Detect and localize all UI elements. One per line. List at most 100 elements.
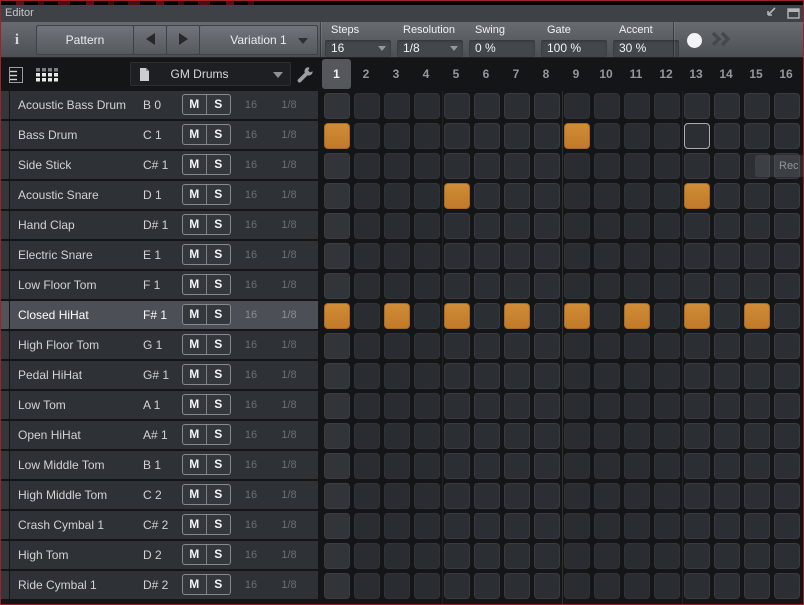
pads-icon[interactable] — [36, 68, 60, 82]
step-cell[interactable] — [564, 453, 590, 479]
step-cell[interactable] — [654, 453, 680, 479]
step-cell[interactable] — [534, 273, 560, 299]
step-cell[interactable] — [654, 123, 680, 149]
step-cell[interactable] — [534, 543, 560, 569]
step-cell[interactable] — [534, 483, 560, 509]
step-cell[interactable] — [444, 93, 470, 119]
step-cell[interactable] — [354, 183, 380, 209]
step-cell[interactable] — [594, 153, 620, 179]
step-cell[interactable] — [384, 333, 410, 359]
step-cell[interactable] — [564, 123, 590, 149]
step-cell[interactable] — [354, 333, 380, 359]
pane-icon[interactable] — [787, 7, 801, 20]
step-cell[interactable] — [414, 153, 440, 179]
step-cell[interactable] — [384, 93, 410, 119]
step-cell[interactable] — [444, 243, 470, 269]
step-cell[interactable] — [714, 93, 740, 119]
step-cell[interactable] — [594, 303, 620, 329]
step-cell[interactable] — [654, 213, 680, 239]
solo-button[interactable]: S — [207, 395, 230, 414]
solo-button[interactable]: S — [207, 425, 230, 444]
step-cell[interactable] — [384, 393, 410, 419]
step-cell[interactable] — [534, 123, 560, 149]
step-cell[interactable] — [384, 243, 410, 269]
step-cell[interactable] — [414, 453, 440, 479]
step-cell[interactable] — [324, 513, 350, 539]
step-cell[interactable] — [564, 423, 590, 449]
step-cell[interactable] — [744, 213, 770, 239]
step-cell[interactable] — [594, 393, 620, 419]
track-drag-handle[interactable] — [0, 151, 9, 179]
step-cell[interactable] — [444, 183, 470, 209]
step-cell[interactable] — [504, 303, 530, 329]
track-steps-value[interactable]: 16 — [238, 91, 264, 119]
step-cell[interactable] — [594, 573, 620, 599]
step-cell[interactable] — [474, 153, 500, 179]
step-cell[interactable] — [624, 543, 650, 569]
step-cell[interactable] — [594, 123, 620, 149]
step-cell[interactable] — [684, 453, 710, 479]
step-cell[interactable] — [384, 513, 410, 539]
step-cell[interactable] — [594, 483, 620, 509]
step-cell[interactable] — [324, 573, 350, 599]
track-steps-value[interactable]: 16 — [238, 121, 264, 149]
track-drag-handle[interactable] — [0, 91, 9, 119]
step-cell[interactable] — [774, 273, 800, 299]
step-cell[interactable] — [354, 363, 380, 389]
step-cell[interactable] — [624, 453, 650, 479]
step-cell[interactable] — [504, 423, 530, 449]
mute-button[interactable]: M — [183, 185, 207, 204]
step-cell[interactable] — [564, 243, 590, 269]
step-cell[interactable] — [324, 273, 350, 299]
step-cell[interactable] — [534, 243, 560, 269]
step-cell[interactable] — [684, 483, 710, 509]
mute-button[interactable]: M — [183, 215, 207, 234]
track-resolution-value[interactable]: 1/8 — [272, 421, 306, 449]
param-value-field[interactable]: 30 % — [613, 40, 679, 57]
step-cell[interactable] — [504, 243, 530, 269]
step-cell[interactable] — [594, 423, 620, 449]
step-cell[interactable] — [624, 573, 650, 599]
step-number[interactable]: 15 — [741, 58, 771, 91]
track-steps-value[interactable]: 16 — [238, 181, 264, 209]
step-cell[interactable] — [324, 153, 350, 179]
step-number[interactable]: 12 — [651, 58, 681, 91]
track-drag-handle[interactable] — [0, 181, 9, 209]
step-cell[interactable] — [444, 513, 470, 539]
step-cell[interactable] — [684, 573, 710, 599]
step-cell[interactable] — [774, 513, 800, 539]
step-cell[interactable] — [324, 93, 350, 119]
step-cell[interactable] — [624, 213, 650, 239]
solo-button[interactable]: S — [207, 185, 230, 204]
step-number[interactable]: 4 — [411, 58, 441, 91]
step-cell[interactable] — [654, 423, 680, 449]
step-cell[interactable] — [684, 543, 710, 569]
step-cell[interactable] — [324, 303, 350, 329]
info-button[interactable]: i — [0, 22, 34, 58]
track-drag-handle[interactable] — [0, 571, 9, 599]
step-cell[interactable] — [744, 93, 770, 119]
step-cell[interactable] — [744, 543, 770, 569]
step-cell[interactable] — [504, 393, 530, 419]
step-cell[interactable] — [654, 183, 680, 209]
prev-variation-button[interactable] — [133, 25, 167, 55]
track-drag-handle[interactable] — [0, 421, 9, 449]
step-cell[interactable] — [324, 123, 350, 149]
step-cell[interactable] — [564, 93, 590, 119]
solo-button[interactable]: S — [207, 95, 230, 114]
track-resolution-value[interactable]: 1/8 — [272, 541, 306, 569]
mute-button[interactable]: M — [183, 395, 207, 414]
track-resolution-value[interactable]: 1/8 — [272, 211, 306, 239]
step-cell[interactable] — [384, 183, 410, 209]
step-cell[interactable] — [714, 123, 740, 149]
step-cell[interactable] — [534, 93, 560, 119]
step-cell[interactable] — [354, 93, 380, 119]
step-cell[interactable] — [384, 303, 410, 329]
step-cell[interactable] — [354, 393, 380, 419]
step-cell[interactable] — [474, 513, 500, 539]
track-resolution-value[interactable]: 1/8 — [272, 91, 306, 119]
step-cell[interactable] — [534, 423, 560, 449]
param-value-field[interactable]: 0 % — [469, 40, 535, 57]
track-steps-value[interactable]: 16 — [238, 211, 264, 239]
track-drag-handle[interactable] — [0, 361, 9, 389]
